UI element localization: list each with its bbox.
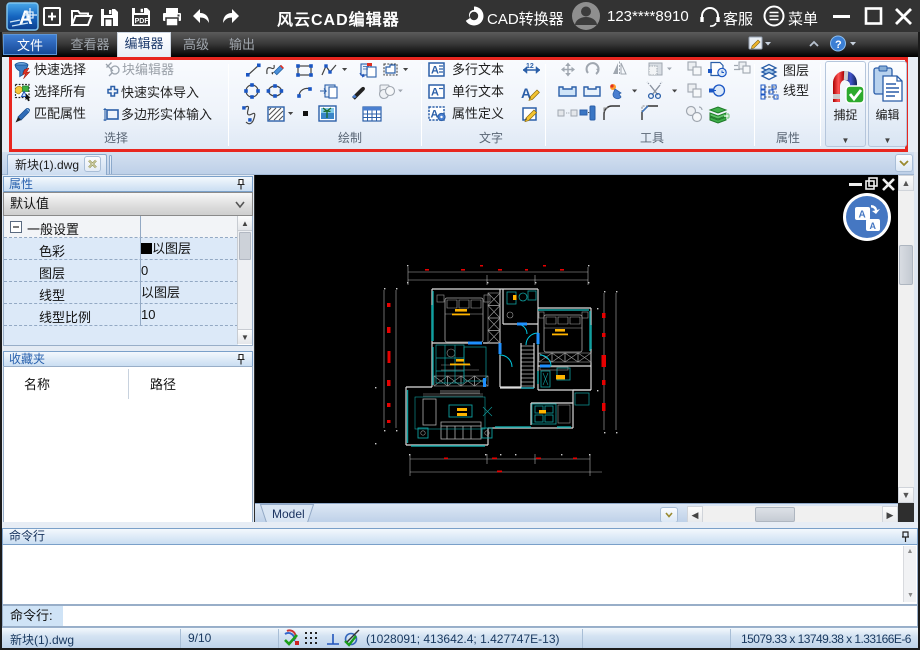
svg-text:PDF: PDF bbox=[135, 18, 150, 25]
svg-text:A: A bbox=[870, 221, 877, 231]
svg-text:?: ? bbox=[835, 39, 842, 51]
svg-text:A: A bbox=[859, 210, 866, 221]
svg-text:Model: Model bbox=[272, 507, 305, 521]
svg-text:A: A bbox=[431, 65, 439, 77]
svg-text:12: 12 bbox=[526, 63, 534, 70]
svg-text:A: A bbox=[431, 109, 439, 121]
svg-text:A: A bbox=[431, 87, 439, 99]
